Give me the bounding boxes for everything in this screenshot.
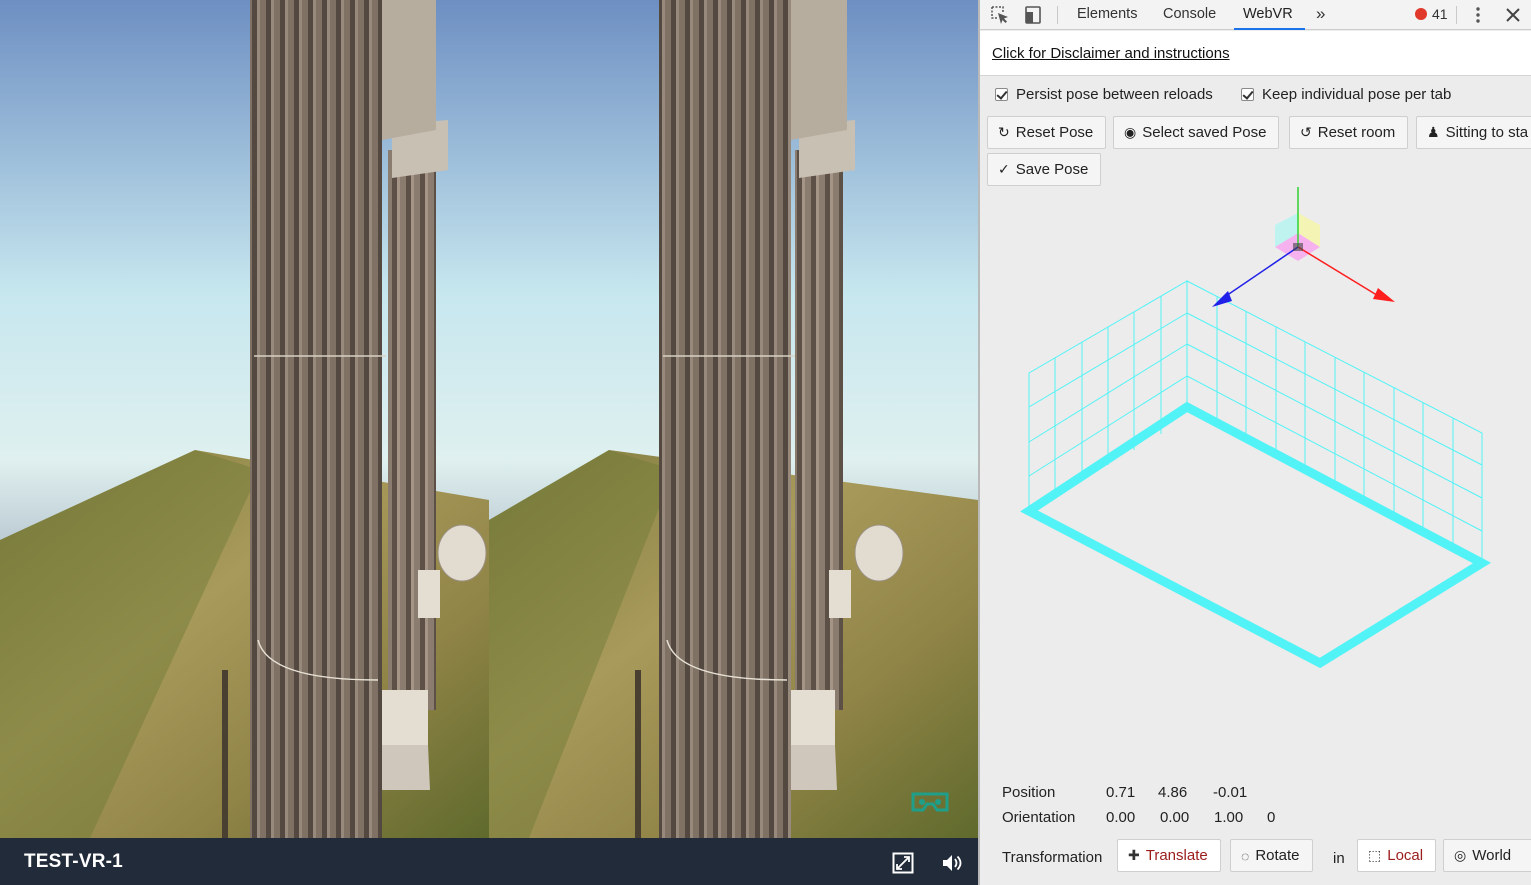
left-eye-view <box>0 0 489 838</box>
persist-pose-label: Persist pose between reloads <box>1016 85 1213 103</box>
save-pose-label: Save Pose <box>1015 161 1089 178</box>
axis-x <box>1297 246 1381 298</box>
orientation-w: 0 <box>1267 809 1276 826</box>
cardboard-icon[interactable] <box>910 790 950 816</box>
room-floor-outline <box>1020 401 1492 669</box>
save-pose-button[interactable]: ✓ Save Pose <box>987 153 1102 186</box>
globe-icon: ◎ <box>1454 847 1467 863</box>
tab-console[interactable]: Console <box>1163 0 1216 30</box>
translate-button[interactable]: ✚ Translate <box>1117 839 1221 872</box>
person-icon: ♟ <box>1427 124 1440 140</box>
reset-room-button[interactable]: ↺ Reset room <box>1289 116 1409 149</box>
rotate-icon: ◌ <box>1241 847 1250 864</box>
reset-pose-label: Reset Pose <box>1015 124 1094 141</box>
device-toolbar-icon[interactable] <box>1024 5 1044 25</box>
rotate-button[interactable]: ◌ Rotate <box>1230 839 1313 872</box>
local-space-button[interactable]: ⬚ Local <box>1357 839 1437 872</box>
rotate-icon: ↺ <box>1300 124 1312 140</box>
inspect-element-icon[interactable] <box>990 5 1010 25</box>
volume-icon[interactable] <box>941 852 963 874</box>
headset-marker <box>1293 243 1303 251</box>
refresh-icon: ↻ <box>998 124 1010 140</box>
position-x: 0.71 <box>1106 784 1136 801</box>
viewer-footer-bar: TEST-VR-1 <box>0 838 978 885</box>
right-eye-view <box>489 0 978 838</box>
more-options-icon[interactable] <box>1468 5 1488 25</box>
devtools-panel: Elements Console WebVR » 41 Click for Di… <box>980 0 1531 885</box>
disclaimer-link[interactable]: Click for Disclaimer and instructions <box>992 45 1230 62</box>
error-icon[interactable] <box>1415 8 1427 20</box>
axis-x-arrow <box>1373 288 1395 302</box>
check-icon: ✓ <box>998 161 1010 177</box>
keep-pose-checkbox[interactable] <box>1241 87 1254 101</box>
persist-pose-checkbox[interactable] <box>995 87 1008 101</box>
reset-room-label: Reset room <box>1317 124 1396 141</box>
tab-webvr[interactable]: WebVR <box>1243 0 1293 30</box>
persist-pose-option[interactable]: Persist pose between reloads <box>995 84 1213 104</box>
keep-pose-option[interactable]: Keep individual pose per tab <box>1241 84 1451 104</box>
orientation-y: 0.00 <box>1160 809 1190 826</box>
transformation-label: Transformation <box>1002 849 1103 866</box>
select-saved-pose-button[interactable]: ◉ Select saved Pose <box>1113 116 1280 149</box>
toolbar-separator <box>1057 6 1058 24</box>
move-icon: ✚ <box>1128 847 1140 863</box>
eye-icon: ◉ <box>1124 124 1137 140</box>
in-label: in <box>1333 850 1345 867</box>
orientation-x: 0.00 <box>1106 809 1136 826</box>
local-label: Local <box>1387 847 1424 864</box>
fullscreen-icon[interactable] <box>892 852 914 874</box>
sitting-to-standing-label: Sitting to sta <box>1445 124 1529 141</box>
world-space-button[interactable]: ◎ World <box>1443 839 1531 872</box>
select-saved-pose-label: Select saved Pose <box>1142 124 1267 141</box>
orientation-label: Orientation <box>1002 809 1076 826</box>
orientation-z: 1.00 <box>1214 809 1244 826</box>
rotate-label: Rotate <box>1255 847 1300 864</box>
tab-elements[interactable]: Elements <box>1077 0 1137 30</box>
more-tabs-icon[interactable]: » <box>1316 0 1325 30</box>
sitting-to-standing-button[interactable]: ♟ Sitting to sta <box>1416 116 1531 149</box>
translate-label: Translate <box>1145 847 1208 864</box>
axis-z <box>1222 246 1299 299</box>
active-tab-indicator <box>1234 28 1305 30</box>
position-z: -0.01 <box>1213 784 1248 801</box>
error-count[interactable]: 41 <box>1432 0 1448 28</box>
pose-viewport[interactable] <box>980 185 1531 775</box>
world-label: World <box>1472 847 1512 864</box>
reset-pose-button[interactable]: ↻ Reset Pose <box>987 116 1107 149</box>
vr-viewport[interactable]: TEST-VR-1 <box>0 0 978 885</box>
devtools-toolbar: Elements Console WebVR » 41 <box>980 0 1531 30</box>
cube-icon: ⬚ <box>1368 847 1382 863</box>
viewer-title: TEST-VR-1 <box>24 850 123 872</box>
position-label: Position <box>1002 784 1056 801</box>
room-grid <box>1028 280 1483 564</box>
disclaimer-bar: Click for Disclaimer and instructions <box>980 31 1531 76</box>
position-y: 4.86 <box>1158 784 1188 801</box>
toolbar-separator <box>1456 6 1457 24</box>
close-icon[interactable] <box>1503 5 1523 25</box>
keep-pose-label: Keep individual pose per tab <box>1262 85 1452 103</box>
